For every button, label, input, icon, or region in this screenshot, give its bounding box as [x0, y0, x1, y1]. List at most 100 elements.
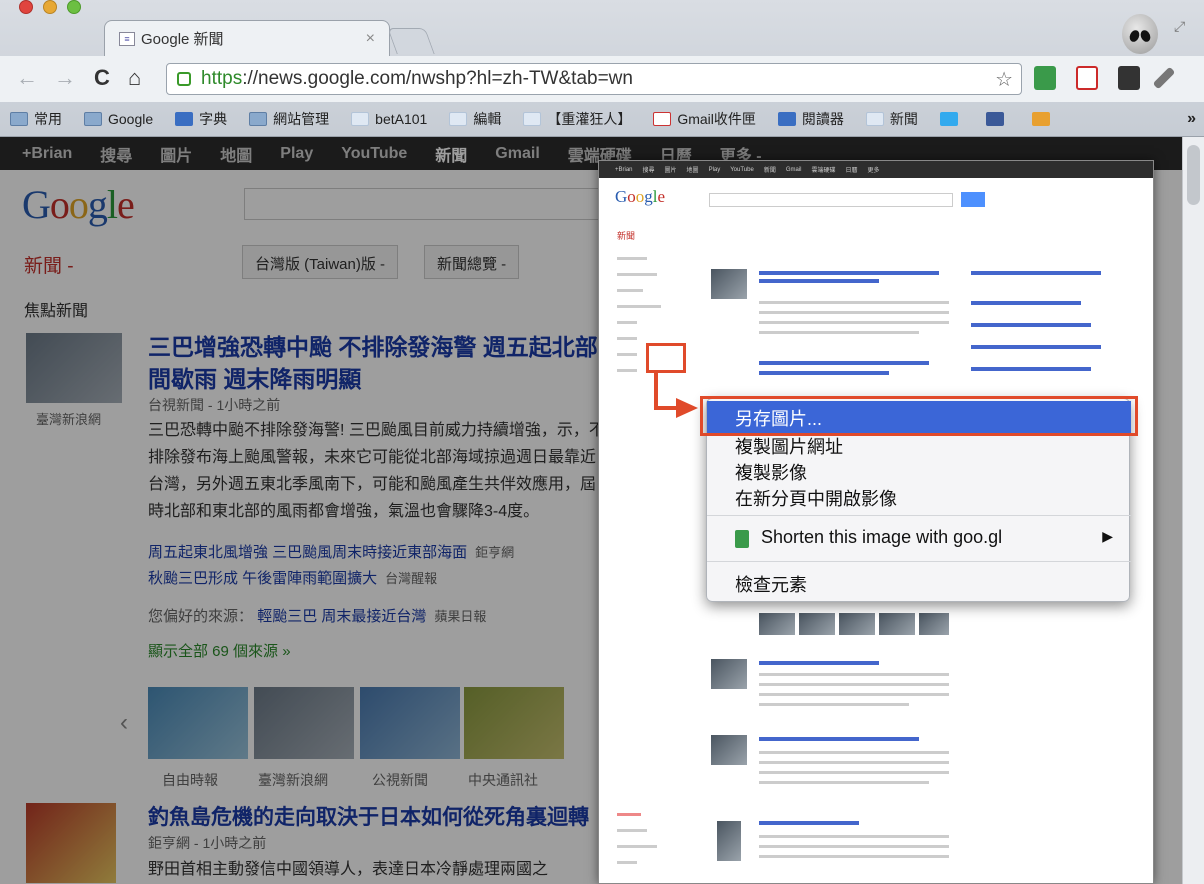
gmail-checker-icon[interactable]: [1076, 66, 1098, 90]
facebook-bookmark[interactable]: [985, 112, 1010, 126]
mini-thumbnail: [799, 613, 835, 635]
bookmark-item[interactable]: 網站管理: [249, 109, 329, 129]
home-button[interactable]: ⌂: [128, 66, 141, 90]
mini-text-line: [759, 771, 949, 774]
facebook-icon: [985, 112, 1004, 126]
submenu-arrow-icon: ▶: [1102, 528, 1113, 544]
mini-link-line: [759, 737, 919, 741]
bookmark-star-icon[interactable]: ☆: [995, 67, 1013, 92]
mini-text-line: [759, 311, 949, 314]
forward-button[interactable]: →: [54, 66, 76, 90]
mini-text-line: [759, 693, 949, 696]
mini-link-line: [759, 271, 939, 275]
mini-side-line: [617, 813, 641, 816]
mini-link-line: [971, 301, 1081, 305]
page-icon: [523, 112, 542, 126]
mini-link-line: [971, 367, 1091, 371]
mini-link-line: [971, 271, 1101, 275]
mini-link-line: [759, 361, 929, 365]
bookmark-item[interactable]: 閱讀器: [777, 109, 844, 129]
url-path: ://news.google.com/nwshp?hl=zh-TW&tab=wn: [242, 68, 633, 89]
inspect-element-menu-item[interactable]: 檢查元素: [735, 571, 807, 597]
mini-link-line: [759, 821, 859, 825]
mini-side-line: [617, 861, 637, 864]
mini-side-line: [617, 305, 661, 308]
camera-extension-icon[interactable]: [1118, 66, 1140, 90]
mini-text-line: [759, 761, 949, 764]
bookmarks-bar: 常用 Google 字典 網站管理 betA101 編輯 【重灌狂人】 Gmai…: [0, 102, 1204, 136]
mini-side-line: [617, 273, 657, 276]
bookmark-item[interactable]: Google: [84, 111, 153, 127]
page-scrollbar[interactable]: [1182, 137, 1204, 884]
p-icon: [1031, 112, 1050, 126]
reload-button[interactable]: C: [94, 66, 110, 90]
folder-icon: [10, 112, 28, 126]
callout-highlight-frame: [700, 396, 1138, 436]
p-bookmark[interactable]: [1031, 112, 1056, 126]
mini-text-line: [759, 301, 949, 304]
bookmark-item[interactable]: 常用: [10, 109, 62, 129]
bookmark-item[interactable]: 字典: [175, 109, 227, 129]
callout-arrow-icon: [676, 398, 698, 418]
copy-image-url-menu-item[interactable]: 複製圖片網址: [735, 433, 843, 459]
menu-separator: [707, 561, 1131, 562]
mini-side-line: [617, 257, 647, 260]
bookmark-item[interactable]: 【重灌狂人】: [523, 109, 631, 129]
mini-text-line: [759, 845, 949, 848]
dictionary-icon: [175, 112, 194, 126]
mini-google-logo: Google: [615, 187, 666, 206]
callout-target-box: [646, 343, 686, 373]
mini-search-input: [709, 193, 953, 207]
page-icon: [449, 112, 468, 126]
bookmark-item[interactable]: Gmail收件匣: [653, 109, 756, 129]
mini-thumbnail: [759, 613, 795, 635]
mini-thumbnail: [879, 613, 915, 635]
mini-google-bar: +Brian 搜尋 圖片 地圖 Play YouTube 新聞 Gmail 雲端硬碟 日曆 更多: [599, 161, 1153, 178]
bookmarks-overflow-icon[interactable]: »: [1187, 110, 1196, 128]
mini-link-line: [971, 345, 1101, 349]
zoom-window-button[interactable]: [67, 0, 81, 14]
news-icon: [865, 112, 884, 126]
close-window-button[interactable]: [19, 0, 33, 14]
mini-text-line: [759, 673, 949, 676]
goo-gl-extension-icon[interactable]: [1034, 66, 1056, 90]
mini-thumbnail: [711, 269, 747, 299]
mini-text-line: [759, 751, 949, 754]
mini-text-line: [759, 703, 909, 706]
page-icon: [351, 112, 370, 126]
browser-chrome: ≡ Google 新聞 × ⤢ ← → C ⌂ https ://news.go…: [0, 0, 1204, 137]
mini-thumbnail: [717, 821, 741, 861]
browser-tab[interactable]: ≡ Google 新聞 ×: [104, 20, 390, 56]
twitter-icon: [939, 112, 958, 126]
shorten-goo-gl-menu-item[interactable]: Shorten this image with goo.gl: [761, 527, 1002, 548]
mini-side-line: [617, 337, 637, 340]
twitter-bookmark[interactable]: [939, 112, 964, 126]
mini-news-label: 新聞: [617, 231, 636, 241]
address-bar[interactable]: https ://news.google.com/nwshp?hl=zh-TW&…: [166, 63, 1022, 95]
copy-image-menu-item[interactable]: 複製影像: [735, 459, 807, 485]
mini-text-line: [759, 331, 919, 334]
new-tab-button[interactable]: [387, 28, 435, 54]
folder-icon: [249, 112, 268, 126]
url-scheme: https: [201, 68, 243, 89]
scrollbar-thumb[interactable]: [1187, 145, 1200, 205]
bookmark-item[interactable]: betA101: [351, 111, 427, 127]
fullscreen-icon[interactable]: ⤢: [1174, 18, 1185, 35]
lock-icon: [177, 72, 191, 86]
mini-side-line: [617, 353, 637, 356]
callout-connector: [654, 373, 658, 410]
tab-title: Google 新聞: [141, 31, 224, 48]
folder-icon: [84, 112, 102, 126]
mini-thumbnail: [711, 735, 747, 765]
back-button[interactable]: ←: [16, 66, 38, 90]
minimize-window-button[interactable]: [43, 0, 57, 14]
bookmark-item[interactable]: 新聞: [865, 109, 918, 129]
tab-close-icon[interactable]: ×: [366, 30, 375, 48]
mini-text-line: [759, 835, 949, 838]
mini-side-line: [617, 289, 643, 292]
open-image-new-tab-menu-item[interactable]: 在新分頁中開啟影像: [735, 485, 897, 511]
mini-side-line: [617, 829, 647, 832]
mini-thumbnail: [711, 659, 747, 689]
mini-side-line: [617, 845, 657, 848]
bookmark-item[interactable]: 編輯: [449, 109, 501, 129]
